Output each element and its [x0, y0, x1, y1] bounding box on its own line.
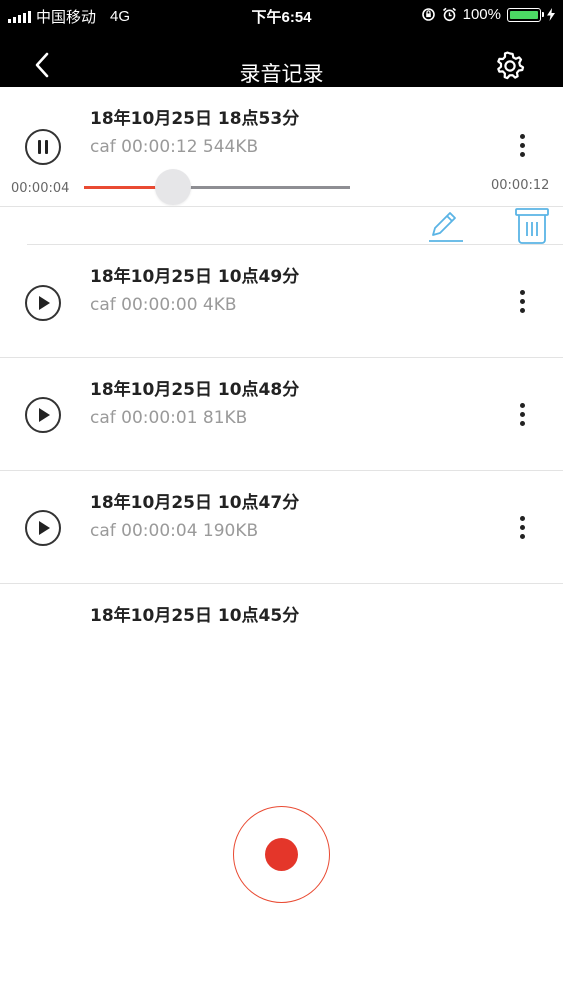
elapsed-time: 00:00:04	[11, 181, 70, 196]
recording-title: 18年10月25日 10点45分	[90, 606, 300, 626]
progress-slider[interactable]	[84, 186, 350, 189]
play-icon	[39, 296, 50, 310]
recording-title: 18年10月25日 10点48分	[90, 380, 300, 400]
status-right: 100%	[421, 6, 555, 23]
divider	[27, 244, 563, 245]
record-button[interactable]	[233, 806, 330, 903]
recording-meta: caf 00:00:00 4KB	[90, 295, 237, 315]
divider	[0, 470, 563, 471]
divider	[0, 583, 563, 584]
charging-icon	[547, 8, 555, 21]
divider	[0, 357, 563, 358]
play-button[interactable]	[25, 397, 61, 433]
play-button[interactable]	[25, 285, 61, 321]
page-title: 录音记录	[239, 62, 324, 86]
recording-title: 18年10月25日 10点47分	[90, 493, 300, 513]
gear-icon[interactable]	[495, 51, 525, 81]
status-bar: 中国移动 4G 下午6:54 100%	[0, 0, 563, 30]
more-options-icon[interactable]	[517, 134, 527, 160]
nav-bar: 录音记录	[0, 30, 563, 87]
pause-icon	[38, 140, 48, 154]
recording-title: 18年10月25日 10点49分	[90, 267, 300, 287]
play-button[interactable]	[25, 510, 61, 546]
play-icon	[39, 408, 50, 422]
pause-button[interactable]	[25, 129, 61, 165]
divider	[0, 206, 563, 207]
orientation-lock-icon	[421, 8, 435, 21]
recording-title: 18年10月25日 18点53分	[90, 109, 300, 129]
recording-meta: caf 00:00:12 544KB	[90, 137, 259, 157]
play-icon	[39, 521, 50, 535]
alarm-icon	[442, 7, 456, 22]
recording-meta: caf 00:00:04 190KB	[90, 521, 259, 541]
more-options-icon[interactable]	[517, 290, 527, 316]
more-options-icon[interactable]	[517, 403, 527, 429]
slider-thumb[interactable]	[154, 169, 191, 205]
total-duration: 00:00:12	[491, 178, 550, 193]
recording-meta: caf 00:00:01 81KB	[90, 408, 248, 428]
trash-icon[interactable]	[514, 207, 550, 245]
more-options-icon[interactable]	[517, 516, 527, 542]
record-dot-icon	[265, 838, 298, 871]
battery-icon	[507, 7, 544, 22]
edit-pencil-icon[interactable]	[426, 208, 464, 244]
battery-percent: 100%	[462, 6, 501, 23]
